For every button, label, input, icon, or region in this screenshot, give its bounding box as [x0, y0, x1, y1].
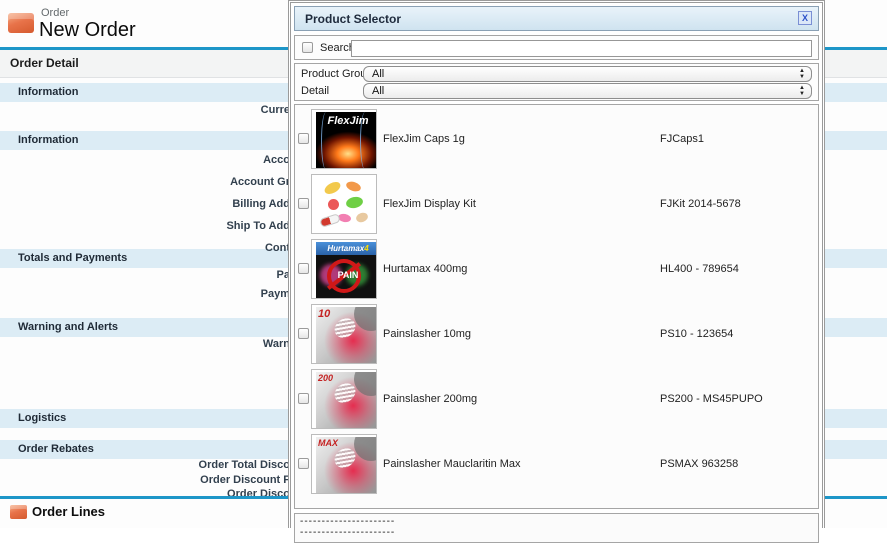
modal-title: Product Selector: [305, 12, 401, 26]
modal-titlebar: Product Selector X: [294, 6, 819, 31]
product-checkbox[interactable]: [298, 263, 309, 274]
product-name: Painslasher 10mg: [383, 328, 471, 340]
modal-footer-box: ---------------------- -----------------…: [294, 513, 819, 543]
close-icon[interactable]: X: [798, 11, 812, 25]
field-label-warning: Warn: [263, 338, 290, 350]
footer-dash-line: ----------------------: [300, 527, 395, 538]
field-label-contact: Cont: [265, 242, 290, 254]
order-object-icon: [8, 13, 34, 33]
product-code: PS10 - 123654: [660, 328, 733, 340]
field-label-account: Acco: [263, 154, 290, 166]
product-code: PSMAX 963258: [660, 458, 738, 470]
product-image: FlexJim: [311, 109, 377, 169]
product-group-select[interactable]: All ▲▼: [363, 66, 812, 82]
product-code: FJKit 2014-5678: [660, 198, 741, 210]
select-arrows-icon: ▲▼: [799, 68, 805, 80]
product-checkbox[interactable]: [298, 198, 309, 209]
product-image: Hurtamax4 PAIN: [311, 239, 377, 299]
product-row-flexjim-caps: FlexJim FlexJim Caps 1g FJCaps1: [295, 108, 818, 171]
search-input[interactable]: [351, 40, 812, 57]
field-label-payment-2: Paym: [261, 288, 290, 300]
field-label-order-discount-2: Order Discount F: [200, 474, 290, 486]
field-label-currency: Curre: [261, 104, 290, 116]
product-image: 10: [311, 304, 377, 364]
detail-value: All: [372, 85, 384, 97]
product-row-painslasher-10: 10 Painslasher 10mg PS10 - 123654: [295, 303, 818, 366]
product-row-flexjim-kit: FlexJim Display Kit FJKit 2014-5678: [295, 173, 818, 236]
product-row-painslasher-max: MAX Painslasher Mauclaritin Max PSMAX 96…: [295, 433, 818, 496]
product-selector-modal: Product Selector X Search Product Group …: [288, 0, 825, 528]
product-row-painslasher-200: 200 Painslasher 200mg PS200 - MS45PUPO: [295, 368, 818, 431]
product-name: FlexJim Display Kit: [383, 198, 476, 210]
product-list: FlexJim FlexJim Caps 1g FJCaps1 FlexJim: [294, 104, 819, 509]
product-row-hurtamax: Hurtamax4 PAIN Hurtamax 400mg HL400 - 78…: [295, 238, 818, 301]
product-checkbox[interactable]: [298, 133, 309, 144]
product-image: MAX: [311, 434, 377, 494]
order-lines-title: Order Lines: [32, 504, 105, 519]
footer-dash-line: ----------------------: [300, 516, 395, 527]
product-image: [311, 174, 377, 234]
field-label-billing-address: Billing Add: [232, 198, 290, 210]
select-arrows-icon: ▲▼: [799, 85, 805, 97]
detail-label: Detail: [301, 85, 329, 97]
product-checkbox[interactable]: [298, 328, 309, 339]
product-name: Painslasher Mauclaritin Max: [383, 458, 521, 470]
object-label: Order: [41, 7, 69, 19]
search-label: Search: [320, 42, 355, 54]
product-group-label: Product Group: [301, 68, 373, 80]
product-checkbox[interactable]: [298, 393, 309, 404]
product-checkbox[interactable]: [298, 458, 309, 469]
field-label-order-total-discount: Order Total Disco: [199, 459, 290, 471]
product-group-value: All: [372, 68, 384, 80]
product-name: FlexJim Caps 1g: [383, 133, 465, 145]
field-label-ship-to-address: Ship To Add: [226, 220, 290, 232]
product-name: Painslasher 200mg: [383, 393, 477, 405]
page-title: New Order: [39, 19, 136, 42]
order-detail-title: Order Detail: [10, 56, 79, 70]
field-label-account-group: Account Gr: [230, 176, 290, 188]
product-code: PS200 - MS45PUPO: [660, 393, 763, 405]
search-box: Search: [294, 35, 819, 60]
detail-select[interactable]: All ▲▼: [363, 83, 812, 99]
order-lines-icon: [10, 505, 27, 519]
product-code: FJCaps1: [660, 133, 704, 145]
filter-box: Product Group All ▲▼ Detail All ▲▼: [294, 63, 819, 101]
search-checkbox[interactable]: [302, 42, 313, 53]
product-code: HL400 - 789654: [660, 263, 739, 275]
product-name: Hurtamax 400mg: [383, 263, 467, 275]
product-image: 200: [311, 369, 377, 429]
